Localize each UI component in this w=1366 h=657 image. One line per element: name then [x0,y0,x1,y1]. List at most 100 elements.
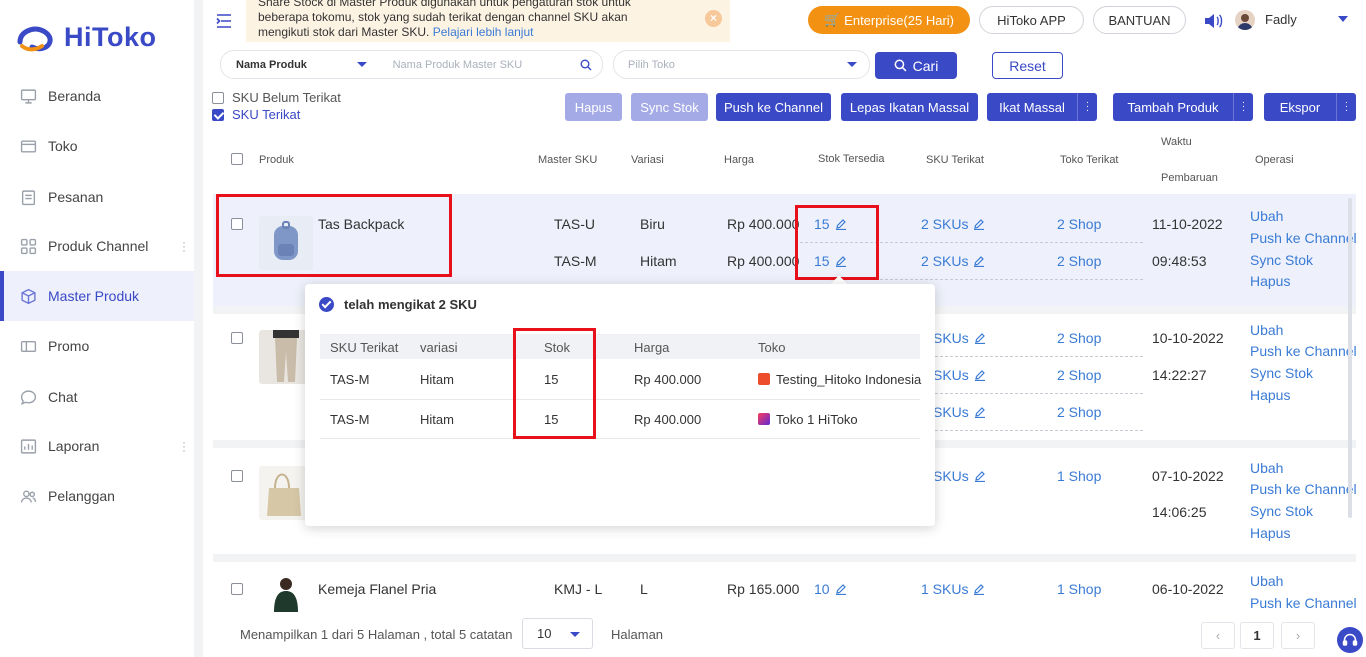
sidebar-item-promo[interactable]: Promo [0,321,194,371]
edit-icon[interactable] [974,332,986,344]
support-headset-icon[interactable] [1337,627,1363,653]
bound-sku-link[interactable]: SKUs [933,367,986,383]
sync-stock-link[interactable]: Sync Stok [1250,252,1313,268]
bound-shop-link[interactable]: 1 Shop [1057,468,1101,484]
menu-toggle-icon[interactable] [215,12,233,30]
push-channel-link[interactable]: Push ke Channel [1250,230,1357,246]
variation: Biru [640,216,665,232]
shop-select[interactable]: Pilih Toko [613,50,870,79]
bound-sku-link[interactable]: SKUs [933,468,986,484]
more-icon[interactable]: · · · [1233,93,1253,121]
edit-link[interactable]: Ubah [1250,573,1283,589]
delete-link[interactable]: Hapus [1250,273,1290,289]
row-checkbox[interactable] [231,470,243,482]
checkbox[interactable] [212,108,224,121]
next-page-button[interactable]: › [1281,622,1315,649]
bound-sku-link[interactable]: 2 SKUs [921,216,985,232]
bound-sku-link[interactable]: 2 SKUs [921,253,985,269]
product-image[interactable] [259,574,313,612]
row-checkbox[interactable] [231,583,243,595]
user-name[interactable]: Fadly [1265,12,1297,27]
edit-icon[interactable] [973,218,985,230]
search-input[interactable]: Nama Produk Master SKU [379,51,602,78]
reset-button[interactable]: Reset [992,52,1063,79]
push-channel-link[interactable]: Push ke Channel [1250,481,1357,497]
logo[interactable]: HiToko [16,22,157,53]
sidebar-item-pelanggan[interactable]: Pelanggan [0,471,194,521]
popover-table-header [320,334,920,359]
checkbox[interactable] [212,91,224,104]
sync-stock-link[interactable]: Sync Stok [1250,365,1313,381]
sidebar-item-produk-channel[interactable]: Produk Channel · · · [0,221,194,271]
notice-line: Share Stock di Master Produk digunakan u… [258,0,631,9]
sync-stock-link[interactable]: Sync Stok [1250,503,1313,519]
avatar[interactable] [1235,10,1255,30]
sidebar-item-beranda[interactable]: Beranda [0,71,194,121]
edit-icon[interactable] [973,583,985,595]
col-header-bound-shop: Toko Terikat [1060,154,1119,166]
unbound-filter[interactable]: SKU Belum Terikat [212,90,341,105]
enterprise-button[interactable]: 🛒 Enterprise(25 Hari) [808,6,970,34]
bound-shop-link[interactable]: 2 Shop [1057,404,1101,420]
bound-shop-link[interactable]: 2 Shop [1057,253,1101,269]
edit-link[interactable]: Ubah [1250,322,1283,338]
speaker-icon[interactable] [1203,12,1223,30]
push-channel-button[interactable]: Push ke Channel [716,93,831,121]
delete-button[interactable]: Hapus [565,93,622,121]
bound-shop-link[interactable]: 1 Shop [1057,581,1101,597]
bound-filter[interactable]: SKU Terikat [212,107,300,122]
delete-link[interactable]: Hapus [1250,387,1290,403]
search-type-select[interactable]: Nama Produk [221,51,379,78]
col-header-master-sku: Master SKU [538,154,598,166]
row-checkbox[interactable] [231,332,243,344]
bound-sku-link[interactable]: SKUs [933,330,986,346]
master-sku: TAS-U [554,216,595,232]
product-name[interactable]: Kemeja Flanel Pria [318,581,436,597]
sidebar-item-pesanan[interactable]: Pesanan [0,172,194,222]
close-icon[interactable]: × [705,10,722,27]
bound-shop-link[interactable]: 2 Shop [1057,367,1101,383]
push-channel-link[interactable]: Push ke Channel [1250,343,1357,359]
help-button[interactable]: BANTUAN [1093,6,1186,34]
sidebar-item-label: Toko [48,138,78,154]
sync-stock-button[interactable]: Sync Stok [631,93,708,121]
col-header-stock: Stok Tersedia [818,153,885,165]
sidebar-item-laporan[interactable]: Laporan · · · [0,421,194,471]
sidebar-item-master-produk[interactable]: Master Produk [0,271,194,321]
edit-icon[interactable] [974,369,986,381]
learn-more-link[interactable]: Pelajari lebih lanjut [433,25,534,39]
edit-link[interactable]: Ubah [1250,460,1283,476]
chevron-down-icon[interactable] [1337,14,1349,24]
page-size-select[interactable]: 10 [522,618,593,649]
sidebar-item-toko[interactable]: Toko [0,121,194,171]
updated-time: 09:48:53 [1152,253,1207,269]
bound-shop-link[interactable]: 2 Shop [1057,216,1101,232]
edit-icon[interactable] [974,470,986,482]
search-button[interactable]: Cari [875,52,957,79]
export-button[interactable]: Ekspor [1264,93,1336,121]
more-icon[interactable]: · · · [182,236,186,256]
search-icon[interactable] [580,59,592,71]
hitoko-app-button[interactable]: HiToko APP [979,6,1084,34]
more-icon[interactable]: · · · [1077,93,1097,121]
more-icon[interactable]: · · · [1336,93,1356,121]
scrollbar[interactable] [1348,198,1352,518]
prev-page-button[interactable]: ‹ [1201,622,1235,649]
bound-shop-link[interactable]: 2 Shop [1057,330,1101,346]
edit-icon[interactable] [835,583,847,595]
select-all-checkbox[interactable] [231,153,243,165]
edit-link[interactable]: Ubah [1250,208,1283,224]
delete-link[interactable]: Hapus [1250,525,1290,541]
bulk-bind-button[interactable]: Ikat Massal [987,93,1077,121]
add-product-button[interactable]: Tambah Produk [1113,93,1233,121]
page-number[interactable]: 1 [1240,622,1274,649]
bound-sku-link[interactable]: SKUs [933,404,986,420]
bound-sku-link[interactable]: 1 SKUs [921,581,985,597]
push-channel-link[interactable]: Push ke Channel [1250,595,1357,611]
edit-icon[interactable] [974,406,986,418]
stock-link[interactable]: 10 [814,581,847,597]
edit-icon[interactable] [973,255,985,267]
more-icon[interactable]: · · · [182,436,186,456]
sidebar-item-chat[interactable]: Chat [0,372,194,422]
bulk-unbind-button[interactable]: Lepas Ikatan Massal [841,93,978,121]
